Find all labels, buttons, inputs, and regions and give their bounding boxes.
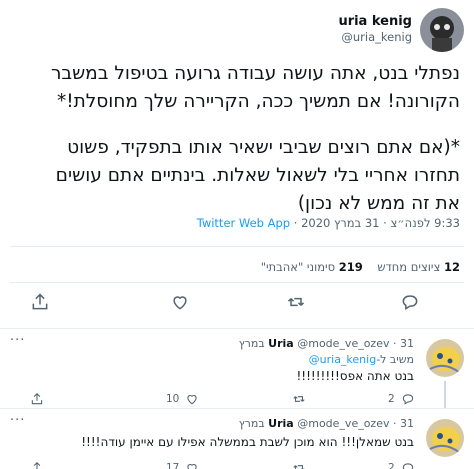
reply-button[interactable]: 2 <box>388 460 415 469</box>
reply-text: בנט אתה אפס!!!!!!!!! <box>296 369 415 383</box>
reply-actions: 17 2 <box>0 460 474 469</box>
divider <box>10 246 464 247</box>
reply-tweet[interactable]: ··· Uria @mode_ve_ozev · 31 במרץ בנט שמא… <box>0 408 474 469</box>
like-count: 17 <box>166 462 180 469</box>
reply-author-name[interactable]: Uria <box>268 417 294 430</box>
share-icon[interactable] <box>30 460 44 469</box>
like-icon[interactable] <box>170 292 190 312</box>
reply-tweet[interactable]: ··· Uria @mode_ve_ozev · 31 במרץ משיב ל-… <box>0 328 474 409</box>
reply-author-handle[interactable]: @mode_ve_ozev <box>297 337 389 350</box>
tweet-line: הקורונה! אם תמשיך ככה, הקריירה שלך מחוסל… <box>56 91 460 112</box>
tweet-time[interactable]: 9:33 לפנה״צ <box>390 216 460 230</box>
like-button[interactable]: 17 <box>166 460 199 469</box>
retweet-icon[interactable] <box>292 460 306 469</box>
retweet-icon[interactable] <box>286 292 306 312</box>
tweet-date[interactable]: 31 במרץ 2020 <box>301 216 379 230</box>
reply-header: Uria @mode_ve_ozev · 31 במרץ <box>238 337 414 350</box>
reply-actions: 10 2 <box>0 391 474 407</box>
author-info: uria kenig @uria_kenig <box>338 14 412 45</box>
reply-icon <box>402 394 413 405</box>
like-icon <box>187 395 197 405</box>
more-icon[interactable]: ··· <box>10 413 25 428</box>
likes-stat[interactable]: 219 סימוני "אהבתי" <box>261 260 363 274</box>
retweets-stat[interactable]: 12 ציוצים מחדש <box>377 260 460 274</box>
like-count: 10 <box>166 393 180 405</box>
share-icon[interactable] <box>30 391 44 407</box>
reply-count: 2 <box>388 393 395 405</box>
reply-text: בנט שמאלן!!! הוא מוכן לשבת בממשלה אפילו … <box>81 435 414 449</box>
tweet-line: *(אם אתם רוצים שביבי ישאיר אותו בתפקיד, … <box>67 137 460 158</box>
tweet-stats: 12 ציוצים מחדש 219 סימוני "אהבתי" <box>261 260 460 274</box>
reply-header: Uria @mode_ve_ozev · 31 במרץ <box>238 417 414 430</box>
reply-author-handle[interactable]: @mode_ve_ozev <box>297 417 389 430</box>
reply-icon[interactable] <box>400 292 420 312</box>
tweet-text: נפתלי בנט, אתה עושה עבודה גרועה בטיפול ב… <box>10 60 460 218</box>
reply-button[interactable]: 2 <box>388 391 415 407</box>
reply-avatar[interactable] <box>426 419 464 457</box>
replying-to-mention[interactable]: @uria_kenig <box>309 353 377 366</box>
tweet-meta: 9:33 לפנה״צ · 31 במרץ 2020 · Twitter Web… <box>196 216 460 230</box>
reply-icon <box>402 463 413 469</box>
author-avatar[interactable] <box>420 8 464 52</box>
tweet-line: את זה ממש לא נכון) <box>297 193 460 214</box>
like-icon <box>187 464 197 469</box>
replying-to: משיב ל-@uria_kenig <box>308 353 414 366</box>
author-name[interactable]: uria kenig <box>338 14 412 30</box>
reply-count: 2 <box>388 462 395 469</box>
main-tweet: uria kenig @uria_kenig נפתלי בנט, אתה עו… <box>0 0 474 328</box>
reply-author-name[interactable]: Uria <box>268 337 294 350</box>
tweet-actions <box>0 292 474 314</box>
retweet-icon[interactable] <box>292 391 306 407</box>
more-icon[interactable]: ··· <box>10 333 25 348</box>
share-icon[interactable] <box>30 292 50 312</box>
like-button[interactable]: 10 <box>166 391 199 407</box>
tweet-line: נפתלי בנט, אתה עושה עבודה גרועה בטיפול ב… <box>50 63 460 84</box>
reply-avatar[interactable] <box>426 339 464 377</box>
author-handle[interactable]: @uria_kenig <box>338 30 412 45</box>
divider <box>10 282 464 283</box>
tweet-source-app[interactable]: Twitter Web App <box>197 216 290 230</box>
tweet-line: תחזרו אחריי בלי לשאול שאלות. בינתיים אתם… <box>55 165 460 186</box>
